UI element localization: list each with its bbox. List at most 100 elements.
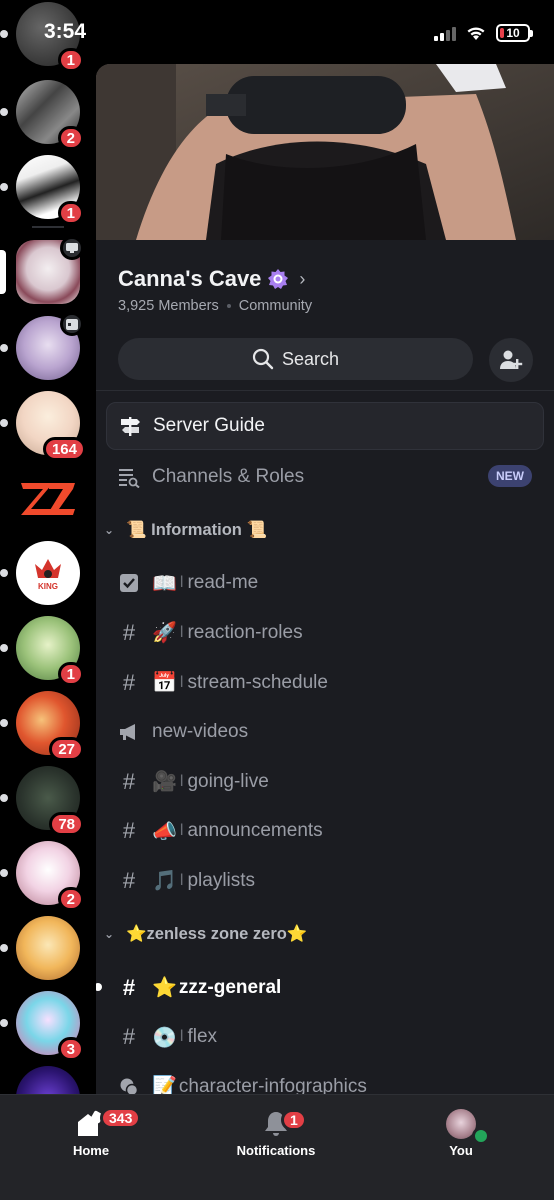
member-count: 3,925 Members [118, 298, 219, 314]
search-button[interactable]: Search [118, 338, 473, 380]
server-avatar [16, 916, 80, 980]
bottom-nav: 343 Home 1 Notifications You [0, 1094, 554, 1200]
channel-emoji: 🎵 [152, 870, 177, 893]
channel-item[interactable]: 📖 l read-me [96, 559, 554, 609]
server-avatar [16, 1066, 80, 1096]
server-icon-4-selected[interactable] [0, 236, 84, 304]
signpost-icon [119, 415, 141, 437]
unread-indicator [0, 569, 8, 577]
category-label: ⭐zenless zone zero⭐ [126, 924, 308, 943]
mention-badge: 3 [57, 1037, 84, 1061]
nav-you-label: You [449, 1143, 473, 1158]
channel-emoji: 🎥 [152, 771, 177, 794]
server-avatar [16, 466, 80, 530]
chevron-right-icon: › [299, 268, 306, 289]
unread-indicator [0, 344, 8, 352]
server-icon-7[interactable] [16, 466, 80, 530]
channel-item[interactable]: # 🎥 l going-live [96, 757, 554, 807]
unread-indicator [0, 183, 8, 191]
hash-icon: # [122, 768, 136, 794]
hash-icon: # [122, 669, 136, 695]
hash-icon: # [122, 619, 136, 645]
server-avatar: KING [16, 541, 80, 605]
unread-indicator [96, 982, 102, 991]
server-icon-12[interactable]: 2 [0, 841, 84, 911]
channel-name: zzz-general [178, 976, 282, 998]
category-header[interactable]: ⌄ 📜 Information 📜 [96, 502, 554, 559]
server-icon-15[interactable] [16, 1066, 80, 1096]
nav-you[interactable]: You [386, 1109, 536, 1158]
boost-badge-icon [268, 269, 289, 289]
channel-emoji: ⭐ [152, 977, 177, 1000]
server-icon-14[interactable]: 3 [0, 991, 84, 1061]
server-rail[interactable]: 1 2 1 164 KING 1 27 78 2 3 [0, 0, 96, 1096]
online-status-icon [472, 1127, 490, 1145]
server-icon-6[interactable]: 164 [0, 391, 86, 461]
notifications-badge: 1 [281, 1109, 307, 1131]
unread-indicator [0, 869, 8, 877]
chevron-down-icon: ⌄ [104, 523, 115, 538]
channel-item[interactable]: # 🚀 l reaction-roles [96, 608, 554, 658]
channel-item[interactable]: new-videos [96, 707, 554, 757]
server-icon-11[interactable]: 78 [0, 766, 84, 836]
channel-item[interactable]: # 📣 l announcements [96, 807, 554, 857]
home-badge: 343 [100, 1107, 142, 1129]
header-divider [96, 390, 554, 391]
unread-indicator [0, 794, 8, 802]
channel-emoji: 🚀 [152, 622, 177, 645]
cellular-signal-icon [434, 25, 456, 41]
event-icon [60, 312, 84, 336]
channel-emoji: 📝 [152, 1076, 177, 1096]
category-label: 📜 Information 📜 [126, 520, 267, 539]
channel-name: playlists [187, 869, 256, 891]
server-icon-3[interactable]: 1 [0, 155, 84, 225]
channel-item-unread[interactable]: # ⭐ zzz-general [96, 963, 554, 1013]
category-header[interactable]: ⌄ ⭐zenless zone zero⭐ [96, 906, 554, 963]
battery-icon: 10 [496, 24, 533, 42]
invite-members-button[interactable] [489, 338, 533, 382]
channel-item[interactable]: # 💿 l flex [96, 1012, 554, 1062]
server-icon-13[interactable] [0, 916, 80, 980]
server-icon-5[interactable] [0, 312, 84, 380]
server-icon-8[interactable]: KING [0, 541, 80, 605]
server-name-row[interactable]: Canna's Cave › [118, 266, 532, 292]
status-time: 3:54 [44, 20, 87, 43]
server-guide-item[interactable]: Server Guide [106, 402, 544, 450]
unread-indicator [0, 1019, 8, 1027]
channel-item[interactable]: 📝 character-infographics [96, 1062, 554, 1096]
mention-badge: 164 [42, 437, 86, 461]
meta-separator [226, 304, 231, 308]
channels-roles-item[interactable]: Channels & Roles NEW [96, 452, 554, 502]
stage-icon [60, 236, 84, 260]
channels-roles-label: Channels & Roles [152, 465, 305, 487]
nav-home-label: Home [72, 1143, 110, 1158]
server-name: Canna's Cave [118, 266, 262, 291]
banner-image [96, 64, 554, 240]
unread-indicator [0, 719, 8, 727]
server-icon-2[interactable]: 2 [0, 80, 84, 150]
channel-name: character-infographics [178, 1075, 367, 1096]
server-icon-9[interactable]: 1 [0, 616, 84, 686]
channel-list: Server Guide Channels & Roles NEW ⌄ 📜 In… [96, 402, 554, 1096]
server-banner[interactable] [96, 64, 554, 240]
server-logo-text: KING [38, 581, 58, 591]
nav-home[interactable]: 343 Home [16, 1107, 166, 1158]
channel-panel: Canna's Cave › 3,925 Members Community S… [96, 64, 554, 1096]
channel-emoji: 📖 [152, 572, 177, 595]
status-bar: 3:54 10 [0, 0, 554, 64]
nav-notifications[interactable]: 1 Notifications [201, 1109, 351, 1158]
channel-emoji: 📅 [152, 672, 177, 695]
battery-level: 10 [506, 26, 520, 40]
channel-item[interactable]: # 📅 l stream-schedule [96, 658, 554, 708]
server-type: Community [238, 298, 313, 314]
channel-item[interactable]: # 🎵 l playlists [96, 856, 554, 906]
chevron-down-icon: ⌄ [104, 927, 115, 942]
server-icon-10[interactable]: 27 [0, 691, 84, 761]
server-guide-label: Server Guide [153, 415, 265, 436]
unread-indicator [0, 644, 8, 652]
zzz-logo-icon [21, 483, 75, 515]
channel-name: read-me [187, 572, 259, 594]
mention-badge: 27 [49, 737, 84, 761]
search-label: Search [281, 348, 340, 369]
hash-icon: # [122, 818, 136, 844]
